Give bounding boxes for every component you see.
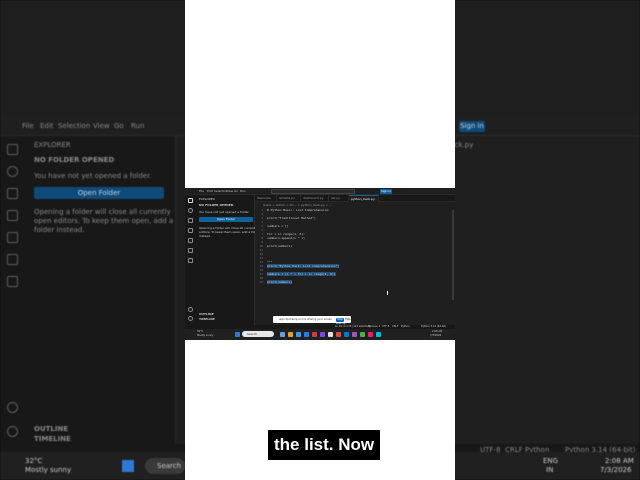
bg-menu-selection: Selection bbox=[58, 122, 91, 130]
bg-menu-edit: Edit bbox=[40, 122, 54, 130]
folder-note-line-3: instead. bbox=[199, 234, 212, 238]
bg-time: 2:08 AM bbox=[605, 457, 634, 465]
bg-weather-desc: Mostly sunny bbox=[25, 466, 72, 474]
app-icon-7[interactable] bbox=[376, 332, 381, 337]
bg-testing-icon bbox=[7, 254, 18, 265]
code-editor[interactable]: 1 # Python Basic: List Comprehension 2 3 pri… bbox=[255, 208, 455, 284]
bg-files-icon bbox=[7, 144, 18, 155]
bg-menu-view: View bbox=[93, 122, 110, 130]
bg-settings-icon bbox=[7, 426, 18, 437]
screen-share-banner: app.clipchamp.com is sharing your screen… bbox=[273, 316, 351, 325]
no-folder-heading[interactable]: NO FOLDER OPENED bbox=[199, 203, 233, 207]
bg-search-icon bbox=[7, 166, 18, 177]
bg-menu-run: Run bbox=[131, 122, 145, 130]
run-debug-icon[interactable] bbox=[188, 228, 193, 233]
text-cursor bbox=[387, 291, 388, 295]
tab-welcome[interactable]: Welcome bbox=[255, 195, 277, 202]
taskbar-search[interactable]: Search bbox=[242, 331, 274, 337]
testing-icon[interactable] bbox=[188, 248, 193, 253]
file-explorer-icon[interactable] bbox=[288, 332, 293, 337]
app-icon-3[interactable] bbox=[328, 332, 333, 337]
bg-timeline: TIMELINE bbox=[34, 435, 71, 443]
line-number: 19 bbox=[259, 280, 263, 284]
outline-section[interactable]: OUTLINE bbox=[199, 312, 214, 316]
hide-button[interactable]: Hide bbox=[345, 317, 351, 322]
app-icon-5[interactable] bbox=[360, 332, 365, 337]
extensions-icon[interactable] bbox=[188, 238, 193, 243]
editor-tabs: Welcome lambda.py dashboard.py list.py p… bbox=[255, 195, 455, 202]
menu-view[interactable]: View bbox=[226, 189, 233, 193]
explorer-icon[interactable] bbox=[188, 198, 193, 203]
menu-edit[interactable]: Edit bbox=[207, 189, 213, 193]
stop-sharing-button[interactable]: Stop sharing bbox=[336, 317, 345, 325]
python-icon[interactable] bbox=[188, 258, 193, 263]
bg-folder-note: Opening a folder will close all currentl… bbox=[34, 208, 174, 234]
editor-scrollbar[interactable] bbox=[452, 210, 454, 300]
task-view-icon[interactable] bbox=[280, 332, 285, 337]
edge-icon[interactable] bbox=[296, 332, 301, 337]
search-icon[interactable] bbox=[188, 208, 193, 213]
bg-region: IN bbox=[546, 466, 554, 474]
windows-taskbar: 32°C Mostly sunny Search 2:08 AM 7/3/202… bbox=[185, 329, 455, 340]
timeline-section[interactable]: TIMELINE bbox=[199, 317, 215, 321]
explorer-title: EXPLORER bbox=[199, 197, 215, 201]
editor-area: Welcome lambda.py dashboard.py list.py p… bbox=[255, 195, 455, 325]
app-icon-2[interactable] bbox=[320, 332, 325, 337]
account-icon[interactable] bbox=[188, 307, 193, 312]
embedded-screenshot: File Edit Selection View Go Run Sign in … bbox=[185, 188, 455, 340]
tab-lambda[interactable]: lambda.py bbox=[277, 195, 301, 202]
bg-date: 7/3/2026 bbox=[600, 466, 632, 474]
menu-run[interactable]: Run bbox=[240, 189, 246, 193]
start-icon[interactable] bbox=[235, 332, 240, 337]
titlebar: File Edit Selection View Go Run Sign in bbox=[185, 188, 455, 195]
clock-date[interactable]: 7/3/2026 bbox=[430, 334, 441, 338]
bg-sidebar: EXPLORER NO FOLDER OPENED You have not y… bbox=[26, 136, 176, 456]
activity-bar bbox=[185, 195, 196, 325]
app-icon-4[interactable] bbox=[336, 332, 341, 337]
screen-share-message: app.clipchamp.com is sharing your screen… bbox=[279, 318, 333, 321]
code-line[interactable]: 19 print(numbers) bbox=[255, 280, 455, 284]
bg-account-icon bbox=[7, 402, 18, 413]
open-folder-button[interactable]: Open Folder bbox=[199, 217, 253, 222]
code-text[interactable]: print(numbers) bbox=[267, 280, 293, 284]
video-frame: File Edit Selection View Go Run Sign in … bbox=[0, 0, 640, 480]
sign-in-button[interactable]: Sign in bbox=[380, 189, 392, 194]
tab-dashboard[interactable]: dashboard.py bbox=[301, 195, 329, 202]
store-icon[interactable] bbox=[304, 332, 309, 337]
bg-weather-temp: 32°C bbox=[25, 457, 43, 465]
app-icon-6[interactable] bbox=[368, 332, 373, 337]
bg-source-control-icon bbox=[7, 188, 18, 199]
menu-go[interactable]: Go bbox=[234, 189, 238, 193]
no-folder-message: You have not yet opened a folder. bbox=[199, 210, 250, 214]
bg-open-folder-button: Open Folder bbox=[34, 187, 164, 199]
bg-activity-bar bbox=[0, 136, 26, 456]
app-icon-1[interactable] bbox=[312, 332, 317, 337]
bg-python-icon bbox=[7, 276, 18, 287]
source-control-icon[interactable] bbox=[188, 218, 193, 223]
weather-desc[interactable]: Mostly sunny bbox=[197, 334, 213, 338]
breadcrumb[interactable]: Users > admin > Do... > python_hack.py >… bbox=[263, 203, 332, 207]
bg-taskbar-search: Search bbox=[145, 458, 185, 474]
settings-gear-icon[interactable] bbox=[188, 316, 193, 321]
tab-python-hack[interactable]: python_hack.py bbox=[349, 195, 379, 202]
bg-run-icon bbox=[7, 210, 18, 221]
bg-menu-file: File bbox=[22, 122, 34, 130]
bg-lang: ENG bbox=[543, 457, 559, 465]
bg-outline: OUTLINE bbox=[34, 425, 69, 433]
bg-explorer-title: EXPLORER bbox=[34, 141, 71, 149]
vscode-icon[interactable] bbox=[344, 332, 349, 337]
bg-menu-go: Go bbox=[114, 122, 124, 130]
bg-no-folder: NO FOLDER OPENED bbox=[34, 156, 115, 164]
bg-start-icon bbox=[122, 460, 134, 472]
tab-list[interactable]: list.py bbox=[329, 195, 349, 202]
command-center-search[interactable] bbox=[271, 189, 355, 194]
bg-extensions-icon bbox=[7, 232, 18, 243]
bg-no-folder-msg: You have not yet opened a folder. bbox=[34, 172, 152, 180]
bg-sign-in-button: Sign in bbox=[459, 121, 485, 132]
menu-file[interactable]: File bbox=[199, 189, 204, 193]
clipchamp-icon[interactable] bbox=[352, 332, 357, 337]
subtitle-caption: the list. Now bbox=[268, 430, 381, 460]
explorer-sidebar: EXPLORER NO FOLDER OPENED You have not y… bbox=[196, 195, 266, 325]
